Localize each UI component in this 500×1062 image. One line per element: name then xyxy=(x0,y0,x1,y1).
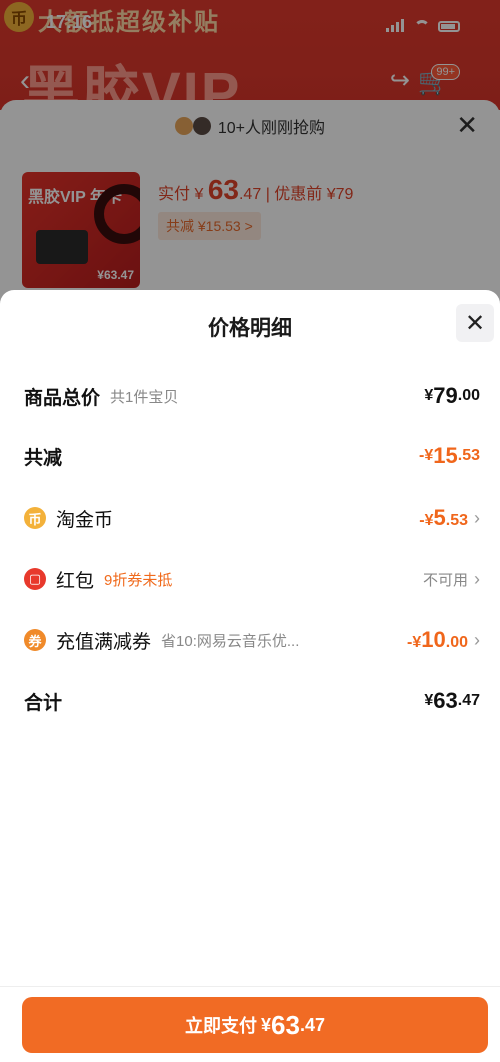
row-status: 不可用 xyxy=(422,571,468,589)
row-label: 充值满减券 xyxy=(56,631,152,653)
pay-now-button[interactable]: 立即支付 ¥ 63 .47 xyxy=(22,997,488,1053)
chevron-right-icon: › xyxy=(474,568,480,589)
row-sub: 共1件宝贝 xyxy=(110,388,179,406)
row-sub: 省10:网易云音乐优... xyxy=(161,632,300,650)
close-icon: ✕ xyxy=(464,309,486,337)
row-value: -¥ 15.53 xyxy=(419,443,480,468)
row-label: 淘金币 xyxy=(56,509,114,531)
row-sub: 9折券未抵 xyxy=(104,571,173,589)
row-label: 红包 xyxy=(56,570,95,592)
row-recharge-coupon[interactable]: 券 充值满减券 省10:网易云音乐优... -¥10.00 › xyxy=(24,622,480,658)
pay-button-dec: .47 xyxy=(299,1014,325,1035)
row-value-wrap: -¥10.00 › xyxy=(407,627,480,653)
row-label: 商品总价 xyxy=(24,387,101,409)
chevron-right-icon: › xyxy=(474,507,480,528)
row-value: ¥79.00 xyxy=(424,383,480,408)
pay-button-label: 立即支付 xyxy=(185,1016,258,1036)
chevron-right-icon: › xyxy=(474,629,480,650)
close-button[interactable]: ✕ xyxy=(456,304,494,342)
red-packet-icon: ▢ xyxy=(24,568,46,590)
pay-button-currency: ¥ xyxy=(261,1014,272,1035)
sheet-title: 价格明细 xyxy=(208,317,292,340)
row-total-discount: 共减 -¥ 15.53 xyxy=(24,438,480,474)
row-label: 共减 xyxy=(24,447,63,469)
row-total-price: 商品总价 共1件宝贝 ¥79.00 xyxy=(24,378,480,414)
row-value-wrap: -¥5.53 › xyxy=(419,505,480,531)
row-value: -¥10.00 xyxy=(407,627,468,652)
coupon-icon: 券 xyxy=(24,629,46,651)
coin-icon: 币 xyxy=(24,507,46,529)
row-red-packet[interactable]: ▢ 红包 9折券未抵 不可用 › xyxy=(24,561,480,597)
row-grand-total: 合计 ¥63.47 xyxy=(24,683,480,719)
row-label: 合计 xyxy=(24,692,63,714)
row-value-wrap: 不可用 › xyxy=(423,569,480,590)
pay-button-int: 63 xyxy=(271,1009,300,1040)
row-value: ¥63.47 xyxy=(424,688,480,713)
row-taojinbi[interactable]: 币 淘金币 -¥5.53 › xyxy=(24,500,480,536)
footer-bar: 立即支付 ¥ 63 .47 xyxy=(0,986,500,1062)
price-detail-sheet: 价格明细 ✕ 商品总价 共1件宝贝 ¥79.00 共减 -¥ 15.53 币 淘金… xyxy=(0,290,500,1062)
row-value: -¥5.53 xyxy=(419,505,468,530)
